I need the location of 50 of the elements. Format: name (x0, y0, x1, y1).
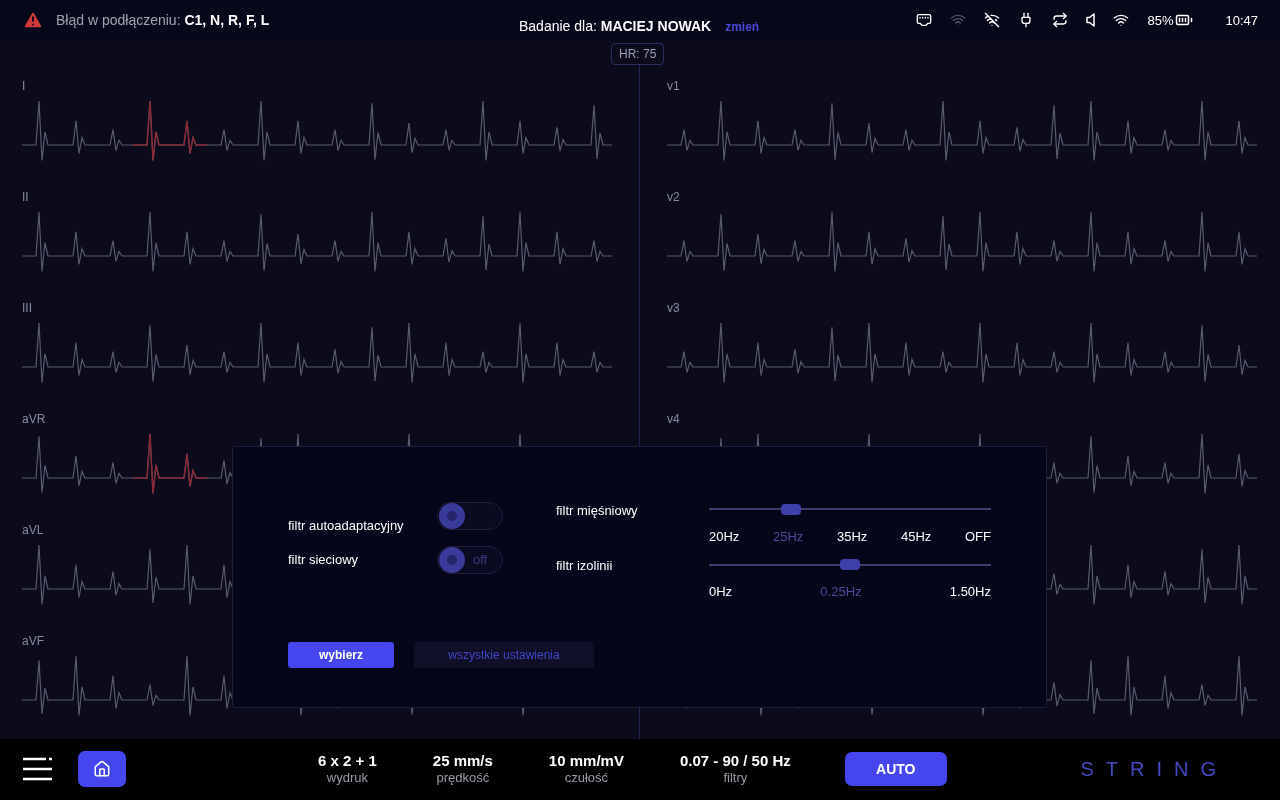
clock: 10:47 (1225, 11, 1258, 30)
slider-label: filtr izolinii (556, 557, 614, 576)
setting-value: 6 x 2 + 1 (318, 752, 377, 771)
slider-track[interactable] (709, 559, 991, 571)
logo: STRING (1080, 757, 1228, 783)
lead-label: v4 (667, 411, 680, 426)
speaker-icon (1086, 13, 1096, 28)
slider-thumb[interactable] (840, 559, 860, 571)
patient-name: Badanie dla: MACIEJ NOWAK (519, 17, 712, 36)
slider-label: filtr mięśniowy (556, 501, 639, 520)
slider-tick-label[interactable]: OFF (965, 526, 991, 547)
auto-button[interactable]: AUTO (844, 752, 947, 787)
lead-label: aVR (22, 411, 46, 426)
slider-tick-label[interactable]: 0Hz (709, 582, 733, 602)
slider-tick-label[interactable]: 35Hz (837, 526, 868, 547)
setting-label: prędkość (436, 770, 490, 787)
heart-rate-badge: HR: 75 (611, 42, 665, 65)
slider-thumb[interactable] (780, 503, 801, 515)
lead-label: III (22, 300, 32, 315)
connection-error: Błąd w podłączeniu: C1, N, R, F, L (56, 10, 270, 30)
toggle-switch[interactable] (437, 501, 503, 530)
slider-tick-label[interactable]: 45Hz (901, 526, 932, 547)
slider-tick-label[interactable]: 20Hz (709, 526, 740, 547)
battery-level: 85% (1147, 11, 1174, 30)
lead-label: v2 (667, 189, 680, 204)
wifi-icon (950, 12, 967, 29)
setting-label: filtry (723, 770, 748, 787)
ethernet-icon (916, 12, 933, 29)
wifi-icon (1113, 12, 1130, 29)
setting-value: 0.07 - 90 / 50 Hz (679, 752, 791, 771)
setting-value: 10 mm/mV (548, 752, 624, 771)
slider-tick-label[interactable]: 1.50Hz (949, 582, 991, 602)
setting-label: czułość (564, 770, 609, 787)
lead-label: aVF (22, 633, 44, 648)
wifi-off-icon (984, 12, 1001, 29)
lead-label: v3 (667, 300, 680, 315)
menu-icon[interactable] (22, 757, 52, 782)
lead-label: aVL (22, 522, 44, 537)
select-button[interactable]: wybierz (288, 641, 394, 668)
slider-track[interactable] (709, 503, 991, 515)
sync-icon (1052, 12, 1069, 29)
lead-label: II (22, 189, 29, 204)
home-icon (93, 760, 111, 779)
home-button[interactable] (78, 751, 126, 788)
setting-label: wydruk (326, 770, 368, 787)
toggle-label: filtr sieciowy (288, 551, 359, 570)
lead-label: I (22, 78, 26, 93)
lead-label: v1 (667, 78, 680, 93)
setting-value: 25 mm/s (432, 752, 493, 771)
toggle-label: filtr autoadaptacyjny (288, 517, 404, 536)
